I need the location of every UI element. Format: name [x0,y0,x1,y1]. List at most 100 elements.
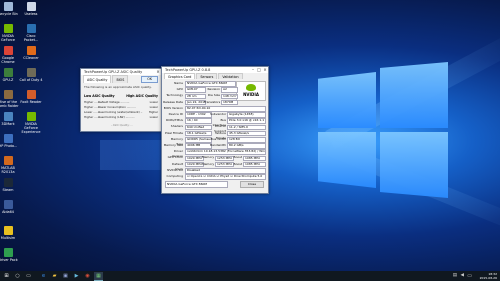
icon-nvidia-exp[interactable]: NVIDIA GeForce Experience [19,112,43,134]
icon-hp-pro[interactable]: HP Photo... [0,134,20,148]
field-value: Jan 22, 2015 [185,99,206,106]
chrome-icon[interactable]: ◉ [83,272,92,280]
windows-logo [318,62,448,202]
icon-driver-pack[interactable]: Driver Pack [0,248,20,262]
field-value: 28 nm [185,93,206,100]
start-icon[interactable]: ⊞ [2,272,11,280]
gpuz-field-row: Shaders 640 Unified DirectX Support 11.2 / … [162,124,266,133]
icon-google-chrome[interactable]: Google Chrome [0,46,20,64]
desktop-icon-label: NVIDIA GeForce Experience [21,122,41,134]
gpuz-field-row: Technology 28 nm Die Size 148 mm² [162,93,266,100]
icon-steam[interactable]: Steam [0,178,20,192]
field-label: Boost [233,155,242,160]
tab-graphics-card[interactable]: Graphics Card [164,73,196,79]
field-value: 1870M [221,99,238,106]
field-value: PCIe 3.0 x16 @ x16 1.1 [227,118,266,124]
close-button[interactable]: Close [240,181,264,188]
hp-pro-icon [3,134,13,143]
gpuz-field-row: Driver Version nvlddmkm 10.18.13.5382 (Fo… [162,149,266,158]
media-icon[interactable]: ▶ [72,272,81,280]
field-value: 80.2 GB/s [227,143,266,149]
icon-foxit-reader[interactable]: Foxit Reader [19,90,43,104]
edge-icon[interactable]: e [39,272,48,280]
foxit-reader-icon [26,90,36,99]
gpuz-window: TechPowerUp GPU-Z 0.8.8 – □ × Graphics C… [161,66,269,194]
asic-title-bar: TechPowerUp GPU-Z ASIC Quality × [81,69,161,75]
field-value: 45.3 GTexel/s [227,130,266,137]
desktop-icon-label: Google Chrome [1,56,15,64]
field-value: 640 Unified [185,124,212,131]
field-label: Bandwidth [210,143,226,147]
google-chrome-icon [3,46,13,55]
icon-nvidia-geforce[interactable]: NVIDIA GeForce [0,24,20,42]
network-icon[interactable]: ▤ [453,273,457,278]
icon-cisco-pkt[interactable]: Cisco Packet... [19,24,43,42]
driver-pack-icon [3,248,13,257]
icon-matlab[interactable]: MATLAB R2013a [0,156,20,174]
field-label: Die Size [207,93,220,98]
desktop-icon-label: Driver Pack [0,258,18,262]
explorer-icon[interactable]: ▰ [50,272,59,280]
gpuz-field-row: Memory Size 4096 MB Bandwidth 80.2 GB/s [162,143,266,149]
field-label: Boost [233,161,242,166]
high-asic-label: High ASIC Quality [126,94,158,98]
field-value: Gigabyte (1458) [227,112,266,118]
gpuz-field-row: Pixel Fillrate 18.1 GPixel/s Texture Fillr… [162,130,266,140]
field-label: GPU [176,87,183,92]
field-label: Revision [207,87,220,92]
store-icon[interactable]: ▣ [61,272,70,280]
gpuz-field-row: GPU Clock 1029 MHz Memory 1253 MHz Boost 1085… [162,155,266,162]
gpuz-field-row: Computing ☑ OpenCL ☑ CUDA ☑ PhysX ☑ Direc… [162,174,266,180]
desktop-icon-label: 3DMark [1,122,15,126]
desktop-icon-label: GPU-Z [2,78,14,82]
asic-intro: The following is an approximate ASIC qua… [84,85,152,89]
desktop-icon-label: Recycle Bin [0,12,18,16]
close-icon[interactable]: × [262,67,268,73]
icon-call-of-duty[interactable]: Call of Duty 4 [19,68,43,82]
asic-footer: - ASIC Quality: ... [111,124,133,127]
tab-sensors[interactable]: Sensors [196,73,218,79]
icon-recycle-bin[interactable]: Recycle Bin [0,2,20,16]
gpuz-field-row: BIOS Version 82.07.5D.00.10 [162,105,266,112]
gpu-select[interactable]: NVIDIA GeForce GTX 860M [165,181,228,188]
icon-aida[interactable]: Aida64 [0,200,20,214]
gpu-z-icon[interactable]: ▦ [94,272,103,281]
field-value: 16 / 40 [185,118,212,124]
field-label: Technology [166,93,183,98]
field-label: Pixel Fillrate [165,130,183,135]
gpuz-field-row: ROPs/TMUs 16 / 40 Bus Interface PCIe 3.0 x1… [162,118,266,127]
icon-useless[interactable]: Useless [19,2,43,16]
tomb-raider-icon [3,90,13,99]
desktop-icon-label: Foxit Reader [20,100,42,104]
clock-date[interactable]: 2015-08-26 [480,276,497,281]
tab-validation[interactable]: Validation [218,73,243,79]
icon-tomb-raider[interactable]: Rise of the Tomb Raider [0,90,20,108]
field-value: 82.07.5D.00.10 [185,105,266,112]
asic-rows: Higher .......... Default Voltage .......… [84,100,158,120]
gpuz-field-row: GPU GM107 Revision A2 [162,87,266,93]
notification-icon[interactable]: ▭ [467,273,472,279]
field-value: NVIDIA GeForce GTX 860M [185,81,236,87]
task-view-icon[interactable]: ▭ [24,272,33,280]
field-label: ROPs/TMUs [166,118,183,123]
asic-row: Higher .......... Overclocking (LN2) ....… [84,115,158,120]
icon-3dmark[interactable]: 3DMark [0,112,20,126]
tab-bios[interactable]: BIOS [112,75,129,83]
desktop-icon-label: CCleaner [23,56,39,60]
desktop-icon-label: Rise of the Tomb Raider [0,100,19,108]
field-value: Disabled [185,167,266,174]
volume-icon[interactable]: ◀ [461,273,464,278]
desktop-icon-label: Cisco Packet... [23,34,39,42]
field-label: Memory [202,155,215,160]
icon-multisim[interactable]: Multisim [0,226,20,240]
ok-button[interactable]: OK [141,76,158,83]
field-label: Computing [166,174,183,178]
icon-gpu-z[interactable]: GPU-Z [0,68,20,82]
search-icon[interactable]: ○ [13,272,22,280]
field-label: Transistors [204,99,221,104]
icon-ccleaner[interactable]: CCleaner [19,46,43,60]
desktop-icon-label: Aida64 [2,210,14,214]
field-label: GPU Clock [167,155,183,160]
gpuz-title: TechPowerUp GPU-Z 0.8.8 [165,68,211,72]
tab-asic-quality[interactable]: ASIC Quality [83,75,112,83]
